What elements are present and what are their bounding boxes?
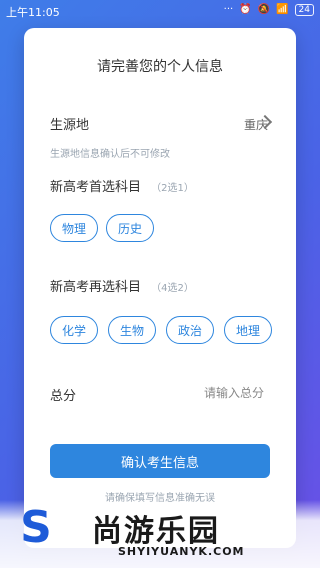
battery-icon: 24	[294, 4, 314, 16]
watermark-brand-name: 尚游乐园	[92, 514, 220, 549]
confirm-candidate-info-button[interactable]: 确认考生信息	[50, 444, 270, 478]
second-choice-title-text: 新高考再选科目	[50, 280, 142, 295]
form-title: 请完善您的个人信息	[97, 59, 223, 75]
origin-label: 生源地	[50, 118, 90, 133]
wifi-icon: 📶	[276, 4, 289, 15]
first-choice-subtitle: （2选1）	[151, 183, 194, 194]
first-choice-title: 新高考首选科目 （2选1）	[50, 176, 194, 195]
watermark-domain: SHYIYUANYK.COM	[118, 545, 245, 558]
mute-icon: 🔕	[257, 4, 271, 15]
subject-option-physics[interactable]: 物理	[50, 214, 98, 242]
total-score-input[interactable]	[142, 381, 266, 405]
alarm-icon: ⏰	[239, 4, 252, 15]
subject-option-biology[interactable]: 生物	[108, 316, 156, 344]
origin-hint: 生源地信息确认后不可修改	[50, 149, 170, 160]
profile-form-card: 请完善您的个人信息 生源地 重庆 生源地信息确认后不可修改 新高考首选科目 （2…	[24, 28, 296, 548]
status-bar: 上午11:05 ··· ⏰ 🔕 📶 24	[0, 0, 320, 20]
second-choice-subtitle: （4选2）	[151, 283, 194, 294]
second-choice-title: 新高考再选科目 （4选2）	[50, 276, 194, 295]
first-choice-title-text: 新高考首选科目	[50, 180, 142, 195]
subject-option-chemistry[interactable]: 化学	[50, 316, 98, 344]
subject-option-history[interactable]: 历史	[106, 214, 154, 242]
status-time: 上午11:05	[6, 6, 60, 19]
subject-option-politics[interactable]: 政治	[166, 316, 214, 344]
total-score-label: 总分	[50, 389, 77, 404]
status-icons: ··· ⏰ 🔕 📶 24	[224, 4, 314, 16]
more-dots-icon: ···	[223, 4, 234, 15]
subject-option-geography[interactable]: 地理	[224, 316, 272, 344]
brand-s-logo-icon: S	[20, 502, 52, 553]
